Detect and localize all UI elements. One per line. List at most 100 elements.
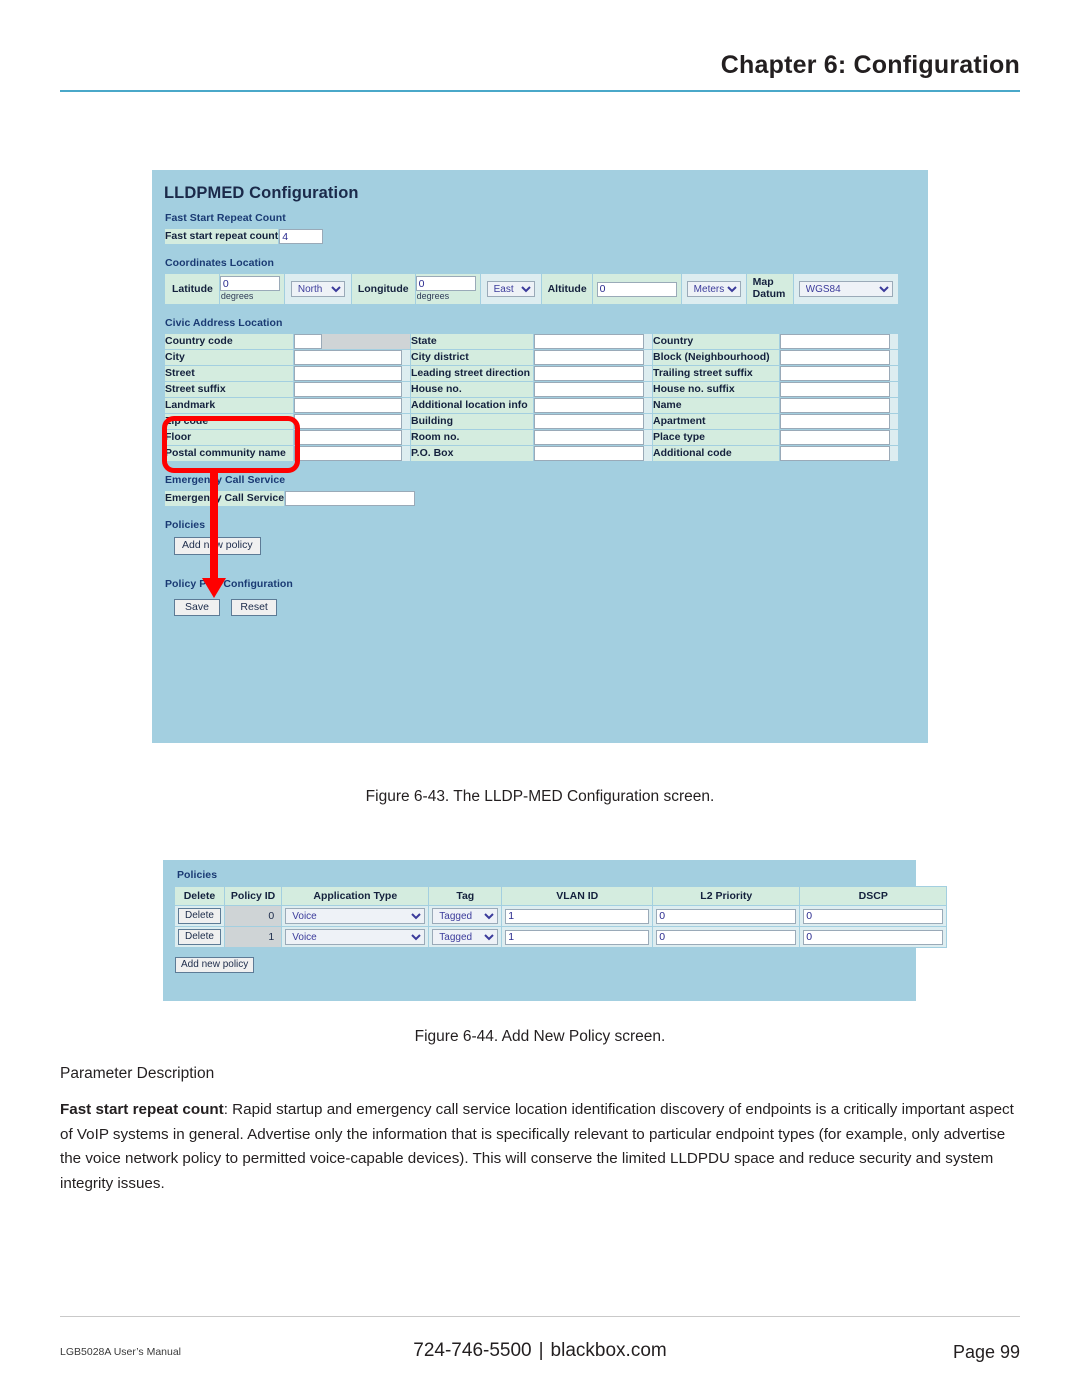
altitude-unit-select[interactable]: MetersFloor bbox=[686, 281, 741, 297]
civic-field-input[interactable] bbox=[534, 334, 644, 349]
civic-field-label: Block (Neighbourhood) bbox=[653, 350, 779, 365]
civic-field-input[interactable] bbox=[780, 334, 890, 349]
column-header: VLAN ID bbox=[502, 887, 653, 905]
civic-field-cell bbox=[294, 398, 410, 413]
civic-field-input[interactable] bbox=[780, 366, 890, 381]
dscp-cell bbox=[800, 927, 947, 947]
civic-field-input[interactable] bbox=[534, 446, 644, 461]
l2-priority-input[interactable] bbox=[656, 929, 797, 945]
latitude-direction-select[interactable]: NorthSouth bbox=[290, 281, 345, 297]
fast-start-repeat-count-input[interactable] bbox=[279, 229, 324, 244]
page-header: Chapter 6: Configuration bbox=[60, 51, 1020, 80]
emergency-call-service-input[interactable] bbox=[285, 491, 416, 506]
civic-field-cell bbox=[534, 382, 652, 397]
tag-cell: TaggedUntagged bbox=[429, 927, 502, 947]
application-type-cell: VoiceVoice SignalingGuest VoiceGuest Voi… bbox=[282, 906, 429, 926]
form-actions: Save Reset bbox=[174, 597, 928, 617]
civic-field-input[interactable] bbox=[534, 414, 644, 429]
civic-field-label: Trailing street suffix bbox=[653, 366, 779, 381]
civic-field-input[interactable] bbox=[294, 350, 402, 365]
civic-field-input[interactable] bbox=[294, 446, 402, 461]
legend-civic-address-location: Civic Address Location bbox=[165, 317, 283, 329]
application-type-select[interactable]: VoiceVoice SignalingGuest VoiceGuest Voi… bbox=[285, 908, 426, 924]
civic-field-cell bbox=[534, 350, 652, 365]
delete-button[interactable]: Delete bbox=[178, 929, 221, 945]
civic-field-input[interactable] bbox=[780, 382, 890, 397]
civic-field-input[interactable] bbox=[534, 350, 644, 365]
civic-field-cell bbox=[534, 398, 652, 413]
table-row: Emergency Call Service bbox=[165, 491, 416, 506]
civic-field-input[interactable] bbox=[294, 334, 322, 349]
tag-select[interactable]: TaggedUntagged bbox=[432, 929, 499, 945]
civic-field-input[interactable] bbox=[294, 382, 402, 397]
page-title: LLDPMED Configuration bbox=[164, 184, 359, 202]
civic-field-cell bbox=[534, 366, 652, 381]
civic-field-label: Landmark bbox=[165, 398, 293, 413]
civic-field-cell bbox=[294, 446, 410, 461]
map-datum-select[interactable]: WGS84NAD83/NAVD88NAD83/MLLW bbox=[798, 281, 893, 297]
l2-priority-cell bbox=[653, 906, 800, 926]
emergency-call-service-label: Emergency Call Service bbox=[165, 491, 285, 506]
vlan-id-input[interactable] bbox=[505, 908, 650, 924]
table-row: Delete0VoiceVoice SignalingGuest VoiceGu… bbox=[175, 906, 947, 926]
table-row: Delete1VoiceVoice SignalingGuest VoiceGu… bbox=[175, 927, 947, 947]
civic-field-input[interactable] bbox=[534, 398, 644, 413]
civic-field-label: House no. bbox=[411, 382, 533, 397]
civic-field-cell bbox=[780, 334, 898, 349]
vlan-id-input[interactable] bbox=[505, 929, 650, 945]
application-type-select[interactable]: VoiceVoice SignalingGuest VoiceGuest Voi… bbox=[285, 929, 426, 945]
dscp-input[interactable] bbox=[803, 908, 944, 924]
latitude-label: Latitude bbox=[165, 274, 219, 304]
civic-field-input[interactable] bbox=[780, 414, 890, 429]
longitude-direction-select[interactable]: EastWest bbox=[486, 281, 535, 297]
tag-select[interactable]: TaggedUntagged bbox=[432, 908, 499, 924]
footer-separator: | bbox=[538, 1340, 544, 1361]
civic-field-input[interactable] bbox=[534, 382, 644, 397]
table-row: Postal community name P.O. Box Additional … bbox=[165, 446, 898, 461]
civic-field-input[interactable] bbox=[294, 430, 402, 445]
annotation-arrow-stem bbox=[210, 470, 218, 583]
emergency-call-service-table: Emergency Call Service bbox=[164, 490, 417, 507]
table-row: Landmark Additional location info Name bbox=[165, 398, 898, 413]
dscp-input[interactable] bbox=[803, 929, 944, 945]
civic-field-input[interactable] bbox=[534, 366, 644, 381]
civic-field-cell bbox=[534, 334, 652, 349]
civic-field-input[interactable] bbox=[294, 398, 402, 413]
longitude-label: Longitude bbox=[351, 274, 415, 304]
civic-field-label: Name bbox=[653, 398, 779, 413]
civic-field-input[interactable] bbox=[294, 414, 402, 429]
delete-button[interactable]: Delete bbox=[178, 908, 221, 924]
legend-emergency-call-service: Emergency Call Service bbox=[165, 474, 286, 486]
civic-field-input[interactable] bbox=[780, 430, 890, 445]
civic-field-input[interactable] bbox=[780, 446, 890, 461]
longitude-input[interactable] bbox=[415, 276, 476, 291]
column-header: L2 Priority bbox=[653, 887, 800, 905]
civic-field-cell bbox=[534, 430, 652, 445]
vlan-id-cell bbox=[502, 927, 653, 947]
altitude-input[interactable] bbox=[596, 281, 677, 297]
footer-contact: 724-746-5500 | blackbox.com bbox=[60, 1340, 1020, 1362]
civic-field-cell bbox=[534, 446, 652, 461]
civic-field-input[interactable] bbox=[534, 430, 644, 445]
civic-field-input[interactable] bbox=[780, 398, 890, 413]
save-button[interactable]: Save bbox=[174, 598, 220, 617]
page-footer: LGB5028A User’s Manual 724-746-5500 | blac… bbox=[60, 1340, 1020, 1368]
civic-field-input[interactable] bbox=[294, 366, 402, 381]
reset-button[interactable]: Reset bbox=[231, 598, 277, 617]
add-new-policy-button[interactable]: Add new policy bbox=[175, 957, 255, 973]
civic-field-label: State bbox=[411, 334, 533, 349]
latitude-direction-cell: NorthSouth bbox=[284, 274, 351, 304]
altitude-unit-cell: MetersFloor bbox=[681, 274, 746, 304]
l2-priority-input[interactable] bbox=[656, 908, 797, 924]
civic-field-input[interactable] bbox=[780, 350, 890, 365]
civic-field-cell bbox=[294, 382, 410, 397]
civic-field-cell bbox=[780, 382, 898, 397]
column-header: Application Type bbox=[282, 887, 429, 905]
policy-id-value: 1 bbox=[224, 927, 282, 947]
civic-field-label: Postal community name bbox=[165, 446, 293, 461]
table-row: Zip code Building Apartment bbox=[165, 414, 898, 429]
table-row: Latitude degrees NorthSouth Longitude de… bbox=[165, 274, 898, 304]
latitude-field-cell: degrees bbox=[219, 274, 284, 304]
policies-table: Delete Policy ID Application Type Tag VLAN I… bbox=[174, 886, 948, 948]
latitude-input[interactable] bbox=[219, 276, 280, 291]
